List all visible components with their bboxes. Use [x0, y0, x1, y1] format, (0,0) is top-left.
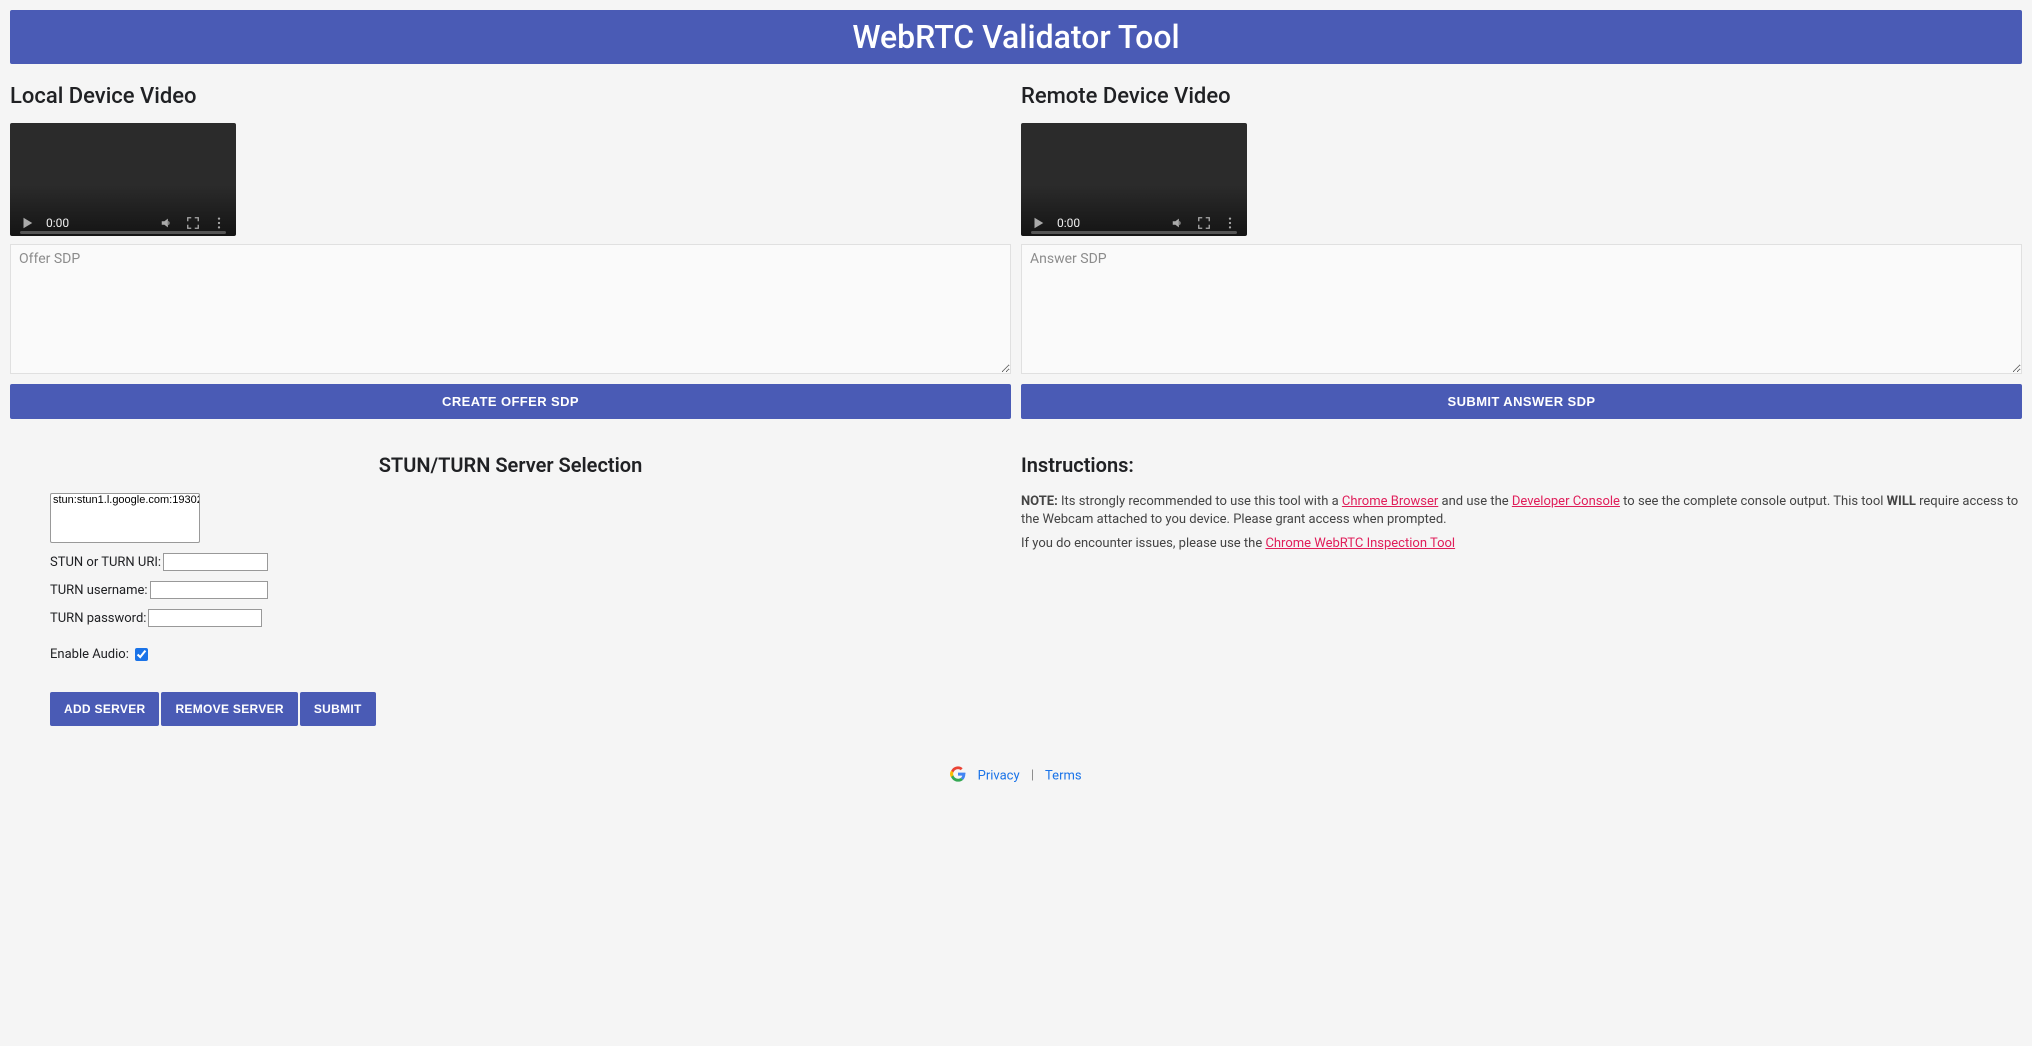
- instructions-text: NOTE: Its strongly recommended to use th…: [1021, 493, 2022, 529]
- fullscreen-icon[interactable]: [1197, 216, 1211, 230]
- remote-video-player[interactable]: 0:00: [1021, 123, 1247, 236]
- fullscreen-icon[interactable]: [186, 216, 200, 230]
- remote-video-time: 0:00: [1057, 216, 1080, 230]
- password-label: TURN password:: [50, 611, 146, 626]
- audio-label: Enable Audio:: [50, 647, 129, 662]
- submit-server-button[interactable]: SUBMIT: [300, 692, 376, 726]
- more-icon[interactable]: [1223, 216, 1237, 230]
- server-list[interactable]: stun:stun1.l.google.com:19302: [50, 493, 200, 543]
- footer-separator: |: [1031, 768, 1034, 783]
- developer-console-link[interactable]: Developer Console: [1512, 494, 1620, 509]
- submit-answer-button[interactable]: SUBMIT ANSWER SDP: [1021, 384, 2022, 419]
- instructions-text-2: If you do encounter issues, please use t…: [1021, 535, 2022, 553]
- username-input[interactable]: [150, 581, 268, 599]
- more-icon[interactable]: [212, 216, 226, 230]
- privacy-link[interactable]: Privacy: [978, 768, 1020, 783]
- footer: Privacy | Terms: [10, 766, 2022, 786]
- answer-sdp-textarea[interactable]: [1021, 244, 2022, 374]
- offer-sdp-textarea[interactable]: [10, 244, 1011, 374]
- remove-server-button[interactable]: REMOVE SERVER: [161, 692, 297, 726]
- password-input[interactable]: [148, 609, 262, 627]
- instructions-heading: Instructions:: [1021, 453, 2022, 477]
- username-label: TURN username:: [50, 583, 148, 598]
- video-progress-track[interactable]: [20, 231, 226, 234]
- video-progress-track[interactable]: [1031, 231, 1237, 234]
- terms-link[interactable]: Terms: [1045, 768, 1082, 783]
- local-video-player[interactable]: 0:00: [10, 123, 236, 236]
- uri-input[interactable]: [163, 553, 268, 571]
- play-icon[interactable]: [20, 216, 34, 230]
- volume-icon[interactable]: [160, 216, 174, 230]
- create-offer-button[interactable]: CREATE OFFER SDP: [10, 384, 1011, 419]
- page-title: WebRTC Validator Tool: [852, 18, 1179, 56]
- server-option[interactable]: stun:stun1.l.google.com:19302: [51, 494, 199, 507]
- chrome-browser-link[interactable]: Chrome Browser: [1342, 494, 1438, 509]
- page-title-bar: WebRTC Validator Tool: [10, 10, 2022, 64]
- add-server-button[interactable]: ADD SERVER: [50, 692, 159, 726]
- google-logo-icon: [950, 766, 966, 786]
- play-icon[interactable]: [1031, 216, 1045, 230]
- local-video-heading: Local Device Video: [10, 84, 1011, 109]
- stun-heading: STUN/TURN Server Selection: [50, 453, 971, 477]
- volume-icon[interactable]: [1171, 216, 1185, 230]
- remote-video-heading: Remote Device Video: [1021, 84, 2022, 109]
- enable-audio-checkbox[interactable]: [135, 648, 148, 661]
- uri-label: STUN or TURN URI:: [50, 555, 161, 570]
- local-video-time: 0:00: [46, 216, 69, 230]
- inspection-tool-link[interactable]: Chrome WebRTC Inspection Tool: [1265, 536, 1455, 551]
